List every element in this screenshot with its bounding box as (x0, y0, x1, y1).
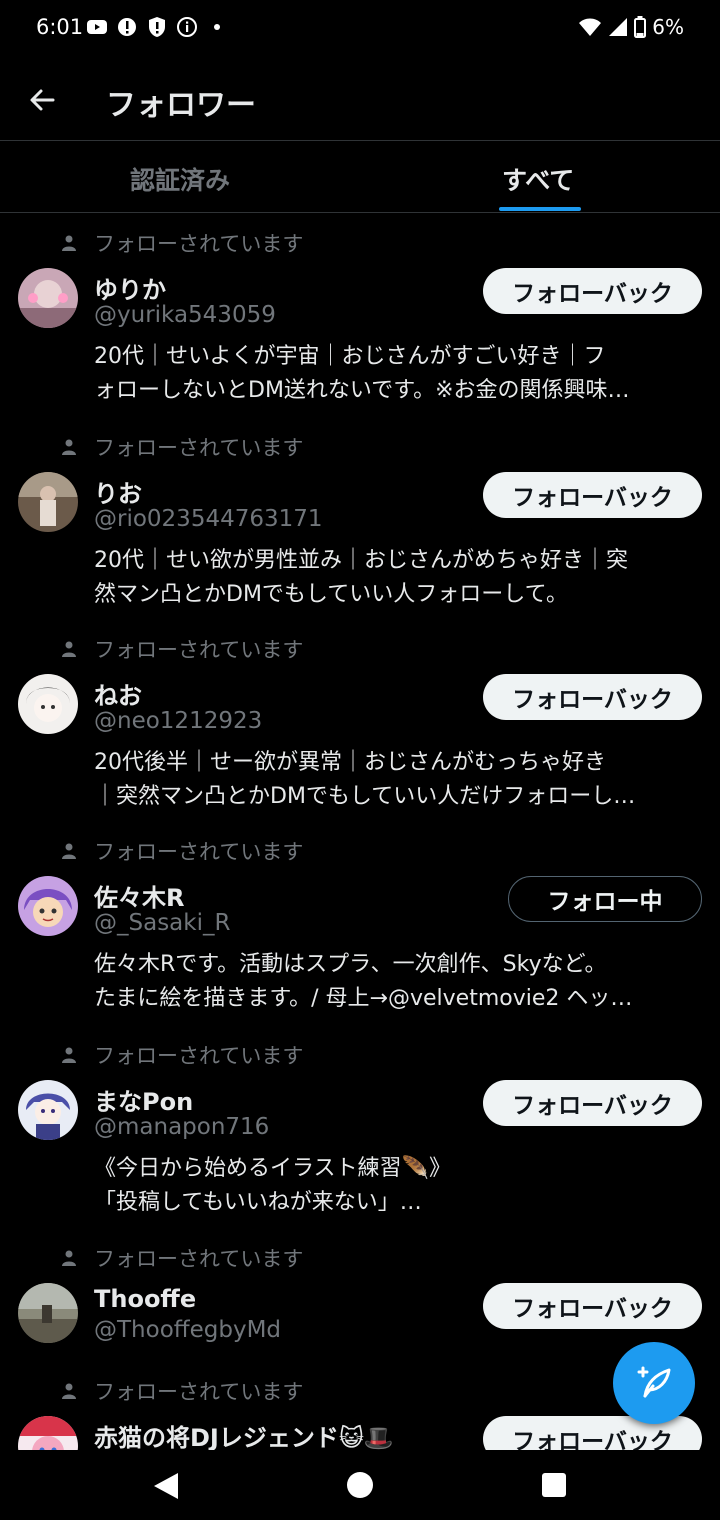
status-bar: 6:01 6% (0, 0, 720, 60)
app-header: フォロワー (0, 60, 720, 140)
avatar[interactable] (18, 674, 78, 734)
user-name: りお (94, 480, 142, 508)
avatar[interactable] (18, 1283, 78, 1343)
shield-icon (149, 17, 165, 37)
compose-feather-plus-icon (637, 1366, 671, 1398)
user-handle: @neo1212923 (94, 708, 263, 734)
follow-back-button[interactable]: フォローバック (483, 1080, 702, 1126)
user-bio: 佐々木Rです。活動はスプラ、一次創作、Skyなど。 たまに絵を描きます。/ 母上… (94, 952, 633, 1011)
home-circle-icon[interactable] (347, 1472, 373, 1498)
follows-you-label: フォローされています (94, 1044, 304, 1068)
avatar[interactable] (18, 876, 78, 936)
person-icon (62, 843, 76, 859)
user-name: ねお (94, 682, 142, 710)
tab-bar: 認証済み すべて (0, 140, 720, 213)
person-icon (62, 1250, 76, 1266)
follow-back-button[interactable]: フォローバック (483, 1283, 702, 1329)
battery-icon (634, 16, 647, 38)
signal-icon (609, 18, 628, 36)
follow-back-button[interactable]: フォローバック (483, 472, 702, 518)
user-bio: 20代｜せい欲が男性並み｜おじさんがめちゃ好き｜突 然マン凸とかDMでもしていい… (94, 548, 628, 607)
user-name: 佐々木R (94, 884, 185, 912)
avatar[interactable] (18, 268, 78, 328)
user-handle: @ThooffegbyMd (94, 1317, 282, 1343)
person-icon (62, 439, 76, 455)
person-icon (62, 1383, 76, 1399)
page-title: フォロワー (106, 88, 256, 123)
follows-you-label: フォローされています (94, 1380, 304, 1404)
avatar[interactable] (18, 1080, 78, 1140)
user-handle: @manapon716 (94, 1114, 270, 1140)
follows-you-label: フォローされています (94, 232, 304, 256)
user-handle: @rio023544763171 (94, 506, 323, 532)
following-button[interactable]: フォロー中 (508, 876, 702, 922)
user-handle: @yurika543059 (94, 302, 276, 328)
follows-you-label: フォローされています (94, 436, 304, 460)
follow-back-button[interactable]: フォローバック (483, 268, 702, 314)
user-bio: 《今日から始めるイラスト練習🪶》 「投稿してもいいねが来ない」… (94, 1156, 451, 1215)
user-name: まなPon (94, 1088, 194, 1116)
back-triangle-icon[interactable] (152, 1471, 180, 1501)
user-name: Thooffe (94, 1285, 197, 1313)
user-handle: @_Sasaki_R (94, 910, 231, 936)
follower-list: フォローされています ゆりか @yurika543059 フォローバック 20代… (0, 212, 720, 1450)
follows-you-label: フォローされています (94, 1247, 304, 1271)
status-time: 6:01 (36, 15, 84, 39)
user-name: ゆりか (94, 276, 166, 304)
tab-indicator (499, 207, 581, 211)
wifi-icon (579, 18, 602, 36)
person-icon (62, 641, 76, 657)
person-icon (62, 1047, 76, 1063)
info-icon (177, 17, 197, 37)
arrow-left-icon[interactable] (22, 80, 62, 120)
user-bio: 20代｜せいよくが宇宙｜おじさんがすごい好き｜フ ォローしないとDM送れないです… (94, 344, 630, 403)
youtube-icon (87, 20, 107, 34)
system-nav-bar (0, 1450, 720, 1520)
user-bio: 20代後半｜せー欲が異常｜おじさんがむっちゃ好き ｜突然マン凸とかDMでもしてい… (94, 750, 636, 809)
follow-back-button[interactable]: フォローバック (483, 674, 702, 720)
avatar[interactable] (18, 1416, 78, 1450)
tab-verified[interactable]: 認証済み (130, 161, 230, 197)
person-icon (62, 235, 76, 251)
compose-button[interactable] (613, 1342, 695, 1424)
recents-square-icon[interactable] (542, 1473, 566, 1497)
alert-icon (118, 18, 136, 36)
tab-all[interactable]: すべて (502, 161, 574, 197)
avatar[interactable] (18, 472, 78, 532)
follows-you-label: フォローされています (94, 638, 304, 662)
battery-percent: 6% (652, 15, 684, 39)
user-name: 赤猫の将DJレジェンド😺🎩 (94, 1424, 394, 1450)
dot-icon (214, 24, 220, 30)
follows-you-label: フォローされています (94, 840, 304, 864)
